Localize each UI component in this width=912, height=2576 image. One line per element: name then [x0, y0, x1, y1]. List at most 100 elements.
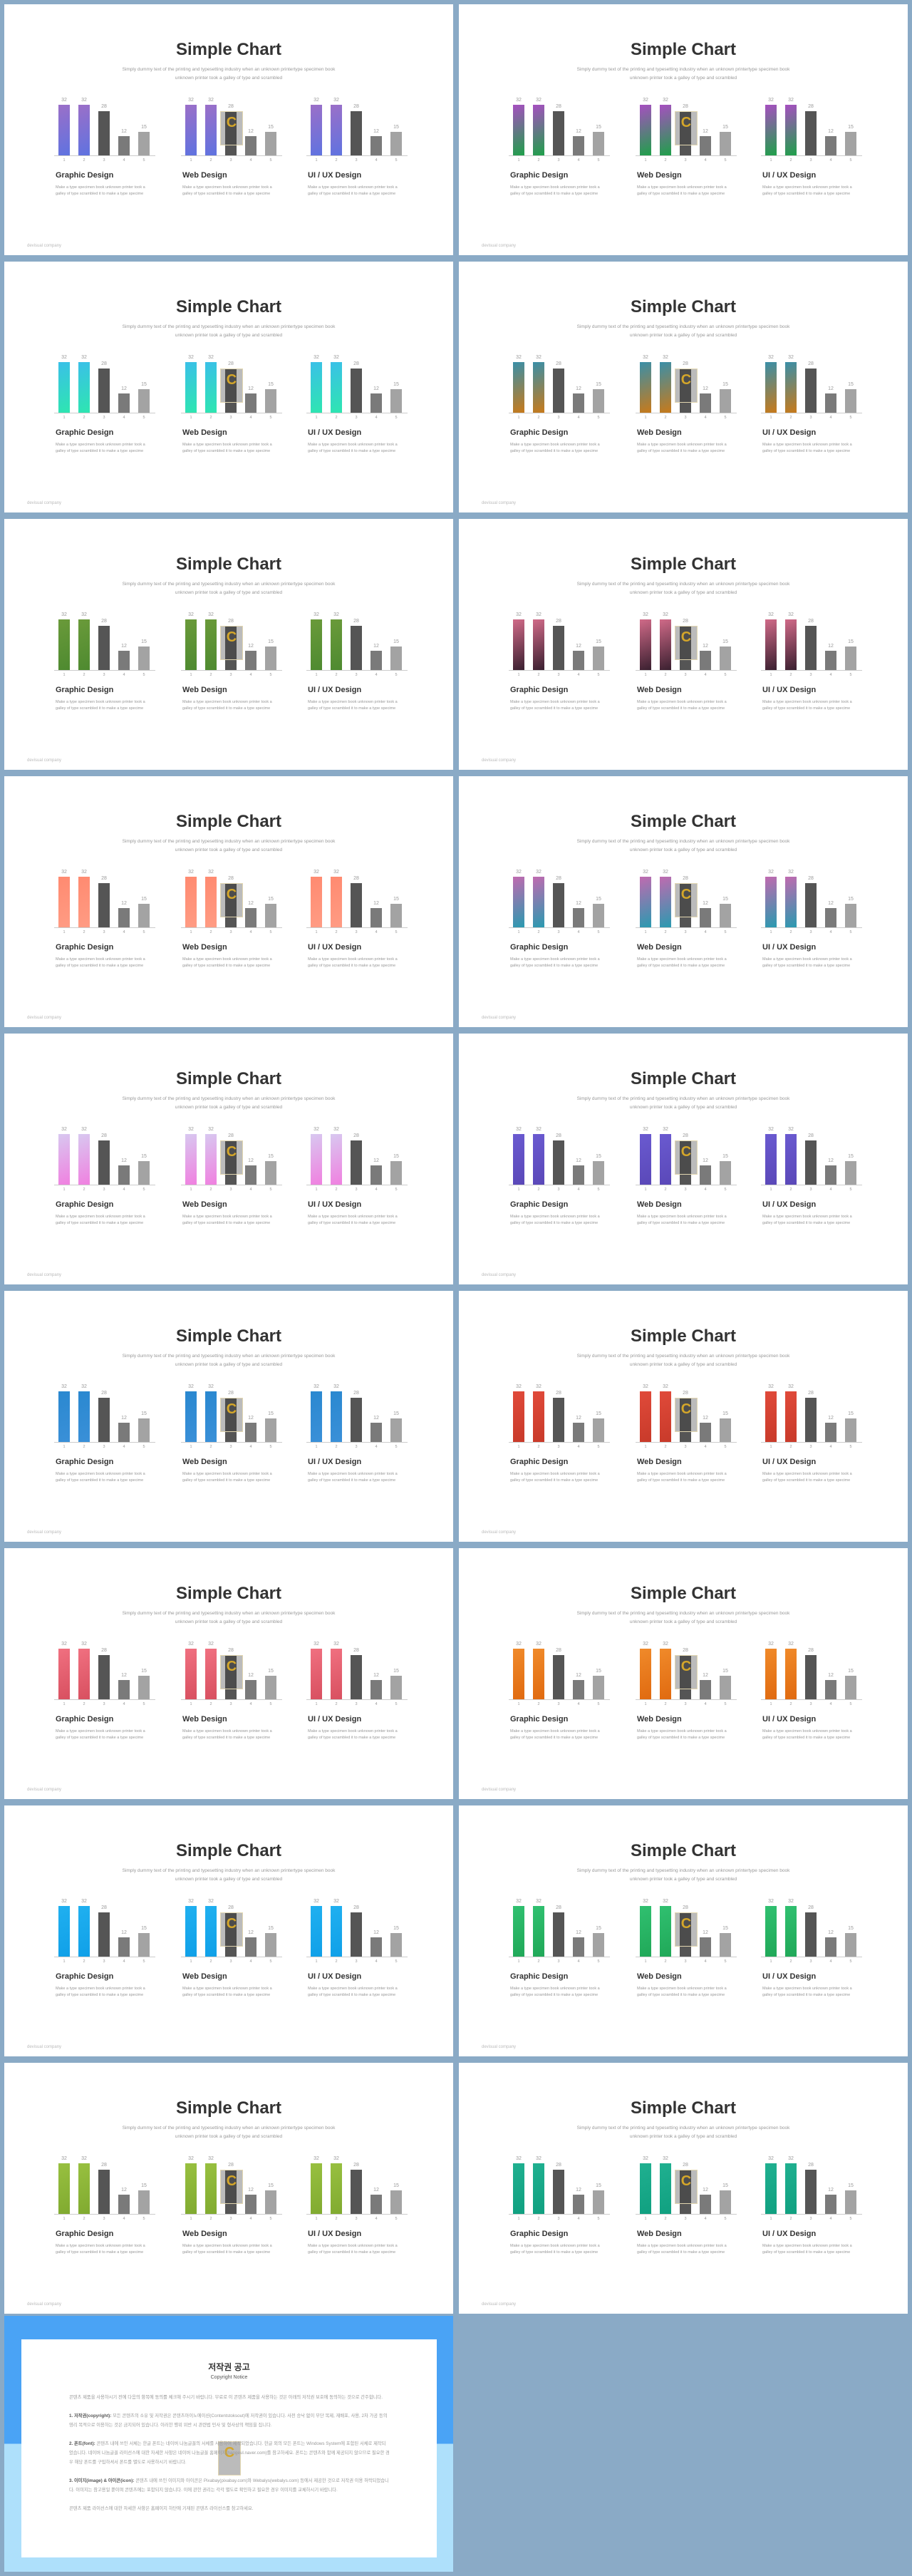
bar-chart: 32 1 32 2 28 3 12 4 15 5 [509, 776, 616, 940]
x-tick-label: 1 [63, 158, 66, 163]
bar [845, 1675, 856, 1699]
x-tick-label: 3 [684, 416, 687, 420]
x-tick-label: 4 [375, 930, 378, 934]
bar-value-label: 12 [373, 1673, 379, 1679]
chart-heading: UI / UX Design [308, 428, 362, 437]
bar-value-label: 32 [643, 1642, 648, 1647]
x-tick-label: 1 [644, 158, 647, 163]
bar [533, 362, 544, 413]
chart-description: Make a type specimen book unknown printe… [637, 700, 727, 711]
bar [390, 1160, 402, 1185]
bar-value-label: 28 [101, 875, 107, 881]
bar-value-label: 28 [808, 875, 814, 881]
bar-chart: 32 1 32 2 28 3 12 4 15 5 [509, 1548, 616, 1712]
content-logo-watermark-icon: C [220, 111, 243, 145]
bar-value-label: 32 [333, 1384, 339, 1389]
bar-value-label: 12 [576, 644, 581, 649]
content-logo-watermark-icon: C [220, 1140, 243, 1175]
chart-description: Make a type specimen book unknown printe… [762, 700, 852, 711]
x-tick-label: 3 [684, 1187, 687, 1192]
chart-heading: Web Design [182, 1200, 227, 1209]
bar-value-label: 28 [683, 618, 688, 624]
x-tick-label: 2 [209, 1445, 212, 1449]
chart-heading: Web Design [637, 171, 682, 180]
bar-value-label: 12 [248, 901, 254, 907]
bar-value-label: 12 [121, 1416, 127, 1421]
bar [185, 2163, 197, 2214]
bar-value-label: 32 [188, 1899, 194, 1904]
bar [245, 908, 256, 927]
chart-heading: Web Design [637, 686, 682, 694]
bar [370, 1680, 382, 1699]
bar-value-label: 32 [643, 355, 648, 360]
chart-heading: Web Design [637, 2230, 682, 2238]
bar [265, 646, 276, 670]
bar-value-label: 12 [248, 2188, 254, 2193]
bar-value-label: 15 [596, 1153, 601, 1159]
footer-company: devisual company [27, 758, 62, 763]
bar [205, 1134, 217, 1185]
bar [720, 1160, 731, 1185]
x-tick-label: 2 [83, 1959, 86, 1964]
bar-value-label: 12 [703, 901, 708, 907]
bar-chart: 32 1 32 2 28 3 12 4 15 5 [306, 1548, 413, 1712]
x-tick-label: 4 [249, 416, 252, 420]
footer-company: devisual company [482, 2302, 517, 2307]
bar-value-label: 12 [121, 1930, 127, 1936]
bar-value-label: 32 [663, 870, 668, 875]
bar-value-label: 15 [596, 1411, 601, 1416]
bar-value-label: 28 [353, 1133, 359, 1138]
x-tick-label: 1 [644, 1187, 647, 1192]
bar [351, 625, 362, 670]
bar [98, 1397, 110, 1442]
bar-value-label: 28 [228, 1647, 234, 1653]
x-tick-label: 4 [704, 2217, 707, 2221]
bar [533, 105, 544, 155]
x-tick-label: 4 [249, 1445, 252, 1449]
x-axis-line [306, 2214, 408, 2215]
bar-value-label: 32 [516, 612, 522, 617]
bar-value-label: 32 [188, 1384, 194, 1389]
chart-description: Make a type specimen book unknown printe… [762, 185, 852, 196]
x-axis-line [761, 2214, 862, 2215]
bar-value-label: 15 [393, 124, 399, 130]
x-tick-label: 4 [829, 1187, 832, 1192]
bar-value-label: 12 [576, 386, 581, 392]
x-tick-label: 5 [849, 1445, 852, 1449]
chart-heading: Web Design [637, 1458, 682, 1466]
bar [265, 1675, 276, 1699]
chart-heading: Web Design [637, 428, 682, 437]
x-tick-label: 4 [123, 158, 125, 163]
bar [185, 1906, 197, 1957]
bar-chart: 32 1 32 2 28 3 12 4 15 5 [306, 1805, 413, 1969]
chart-heading: Graphic Design [510, 686, 569, 694]
content-logo-watermark-icon: C [675, 111, 698, 145]
bar [331, 619, 342, 670]
bar [138, 131, 150, 155]
x-tick-label: 4 [249, 1187, 252, 1192]
x-tick-label: 1 [644, 930, 647, 934]
x-axis-line [509, 1699, 610, 1700]
slide: Simple Chart Simply dummy text of the pri… [459, 1548, 908, 1799]
bar [370, 1937, 382, 1957]
x-tick-label: 5 [724, 930, 727, 934]
x-tick-label: 3 [229, 1445, 232, 1449]
chart-heading: Graphic Design [510, 1458, 569, 1466]
bar-value-label: 15 [596, 381, 601, 387]
bar-chart: 32 1 32 2 28 3 12 4 15 5 [306, 1034, 413, 1197]
x-tick-label: 5 [395, 2217, 398, 2221]
x-tick-label: 5 [724, 673, 727, 677]
bar [593, 388, 604, 413]
bar-chart: 32 1 32 2 28 3 12 4 15 5 [54, 1805, 161, 1969]
x-tick-label: 4 [829, 673, 832, 677]
content-logo-watermark-icon: C [220, 883, 243, 917]
bar [185, 1134, 197, 1185]
chart-description: Make a type specimen book unknown printe… [182, 700, 272, 711]
chart-description: Make a type specimen book unknown printe… [308, 443, 398, 453]
bar [785, 1906, 797, 1957]
x-tick-label: 1 [190, 416, 192, 420]
bar-value-label: 32 [768, 1642, 774, 1647]
bar [553, 882, 564, 927]
x-tick-label: 2 [664, 158, 667, 163]
x-tick-label: 5 [724, 1445, 727, 1449]
